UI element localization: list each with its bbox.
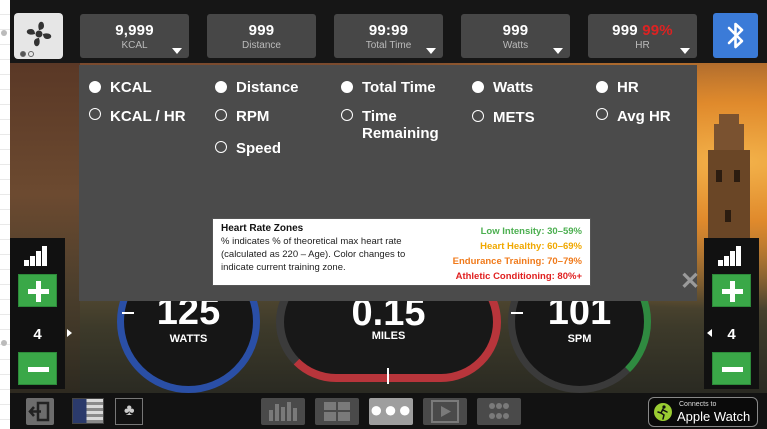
option-total-time-label[interactable]: Total Time [362,79,436,96]
dots-icon: ●●● [369,397,413,422]
right-resistance-control: 4 [704,238,759,389]
radio-speed[interactable] [215,141,227,153]
radio-avg-hr[interactable] [596,108,608,120]
scenery-button[interactable]: ♣ [115,398,143,425]
option-avg-hr-label[interactable]: Avg HR [617,108,671,125]
radio-distance[interactable] [215,81,227,93]
tree-icon: ♣ [124,402,135,419]
bluetooth-icon [727,22,744,49]
hr-zone-healthy: Heart Healthy: 60–69% [480,241,582,252]
dropdown-caret-icon [553,48,563,54]
hr-zone-low: Low Intensity: 30–59% [480,226,582,237]
castle-tower-top [714,114,744,152]
decrease-button[interactable] [712,352,751,385]
apple-watch-connects-text: Connects to [679,401,717,408]
radio-rpm[interactable] [215,109,227,121]
running-person-icon [654,403,672,421]
close-panel-icon[interactable]: ✕ [680,270,700,294]
option-time-remaining-line2: Remaining [362,125,439,142]
radio-kcal[interactable] [89,81,101,93]
bottom-bar: ♣ ●●● Connects to Apple Watch [10,393,767,429]
metric-value: 999 99% [588,22,697,39]
dropdown-caret-icon [680,48,690,54]
option-kcal-label[interactable]: KCAL [110,79,152,96]
more-options-button[interactable]: ●●● [369,398,413,425]
option-time-remaining-line1: Time [362,108,397,125]
level-value: 4 [33,326,42,343]
gauge-tick [122,312,134,314]
metric-value: 99:99 [368,22,409,39]
language-flag-button[interactable] [72,398,104,424]
level-pointer-icon [67,329,72,337]
fan-speed-dots [20,51,34,57]
bluetooth-button[interactable] [713,13,758,58]
hr-zones-list: Low Intensity: 30–59% Heart Healthy: 60–… [453,224,582,284]
metric-total-time[interactable]: 99:99 Total Time [334,14,443,58]
fan-icon [26,21,52,47]
gauge-tick [387,368,389,384]
radio-kcal-hr[interactable] [89,108,101,120]
option-distance-label[interactable]: Distance [236,79,299,96]
radio-total-time[interactable] [341,81,353,93]
increase-button[interactable] [18,274,57,307]
metric-value: 999 [502,22,529,39]
option-speed-label[interactable]: Speed [236,140,281,157]
binder-hole [1,30,7,36]
apps-grid-icon [489,403,509,419]
hr-zone-athletic: Athletic Conditioning: 80%+ [455,271,582,282]
gauge-tick [511,312,523,314]
signal-bars-icon [24,246,48,266]
grid-view-button[interactable] [315,398,359,425]
fan-button[interactable] [14,13,63,59]
decrease-button[interactable] [18,352,57,385]
console-screen: 9,999 KCAL 999 Distance 99:99 Total Time… [10,0,767,429]
hr-percent: 99% [642,22,673,39]
dropdown-caret-icon [426,48,436,54]
display-options-panel: KCAL KCAL / HR Distance RPM Speed Total … [79,65,700,301]
bar-graph-icon [269,402,297,421]
signal-bars-icon [718,246,742,266]
binder-hole [1,340,7,346]
hr-value: 999 [612,22,638,39]
metric-value: 999 [248,22,275,39]
apps-grid-button[interactable] [477,398,521,425]
level-value: 4 [727,326,736,343]
page-margin [0,0,10,429]
option-watts-label[interactable]: Watts [493,79,533,96]
metric-value: 9,999 [115,22,154,39]
option-mets-label[interactable]: METS [493,109,535,126]
metric-distance[interactable]: 999 Distance [207,14,316,58]
level-pointer-icon [707,329,712,337]
metric-hr[interactable]: 999 99% HR [588,14,697,58]
spm-label: SPM [567,333,592,345]
video-button[interactable] [423,398,467,425]
radio-mets[interactable] [472,110,484,122]
exit-button[interactable] [26,398,54,425]
option-kcal-hr-label[interactable]: KCAL / HR [110,108,186,125]
miles-label: MILES [371,330,406,342]
exit-icon [28,401,50,422]
radio-hr[interactable] [596,81,608,93]
play-icon [431,400,459,423]
bar-graph-view-button[interactable] [261,398,305,425]
heart-rate-zones-box: Heart Rate Zones % indicates % of theore… [212,218,591,286]
hr-zones-description: % indicates % of theoretical max heart r… [221,236,406,273]
option-rpm-label[interactable]: RPM [236,108,269,125]
dropdown-caret-icon [172,48,182,54]
metric-watts[interactable]: 999 Watts [461,14,570,58]
option-hr-label[interactable]: HR [617,79,639,96]
watts-label: WATTS [169,333,208,345]
hr-zone-endurance: Endurance Training: 70–79% [452,256,582,267]
radio-watts[interactable] [472,81,484,93]
metric-kcal[interactable]: 9,999 KCAL [80,14,189,58]
apple-watch-button[interactable]: Connects to Apple Watch [648,397,758,427]
metric-label: Distance [242,40,281,51]
grid-icon [324,402,350,421]
top-bar: 9,999 KCAL 999 Distance 99:99 Total Time… [10,0,767,63]
left-resistance-control: 4 [10,238,72,389]
radio-time-remaining[interactable] [341,109,353,121]
option-time-remaining-label[interactable]: Time Remaining [362,108,439,142]
increase-button[interactable] [712,274,751,307]
apple-watch-label: Apple Watch [677,409,751,424]
